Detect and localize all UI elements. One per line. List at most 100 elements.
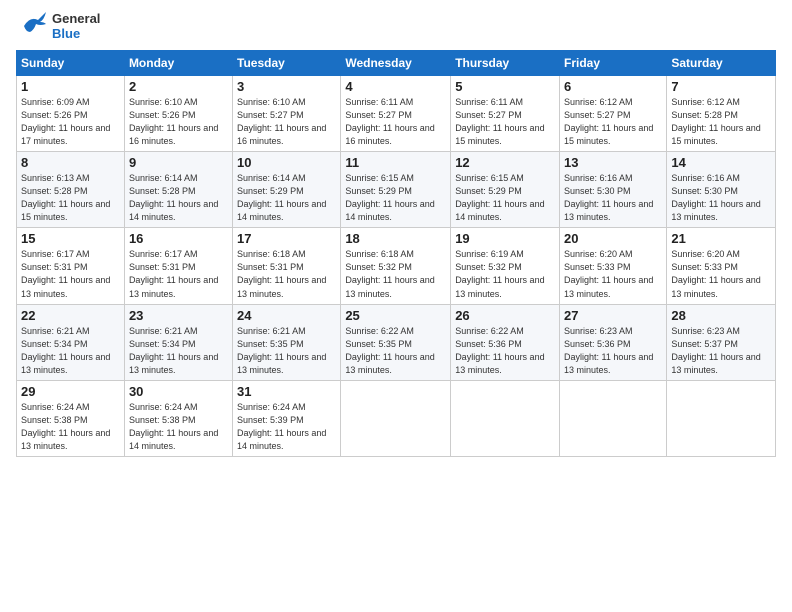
day-number: 29 xyxy=(21,384,120,399)
calendar-cell: 2 Sunrise: 6:10 AMSunset: 5:26 PMDaylight… xyxy=(124,76,232,152)
calendar-cell: 15 Sunrise: 6:17 AMSunset: 5:31 PMDayligh… xyxy=(17,228,125,304)
calendar-cell: 1 Sunrise: 6:09 AMSunset: 5:26 PMDaylight… xyxy=(17,76,125,152)
day-number: 24 xyxy=(237,308,336,323)
calendar-cell: 31 Sunrise: 6:24 AMSunset: 5:39 PMDayligh… xyxy=(233,380,341,456)
logo-general-text: General xyxy=(52,11,100,26)
page: GeneralBlue SundayMondayTuesdayWednesday… xyxy=(0,0,792,467)
day-number: 3 xyxy=(237,79,336,94)
day-number: 2 xyxy=(129,79,228,94)
calendar-cell: 4 Sunrise: 6:11 AMSunset: 5:27 PMDaylight… xyxy=(341,76,451,152)
calendar-header-wednesday: Wednesday xyxy=(341,51,451,76)
calendar-header-friday: Friday xyxy=(560,51,667,76)
day-info: Sunrise: 6:16 AMSunset: 5:30 PMDaylight:… xyxy=(671,172,771,224)
day-info: Sunrise: 6:10 AMSunset: 5:27 PMDaylight:… xyxy=(237,96,336,148)
day-info: Sunrise: 6:23 AMSunset: 5:37 PMDaylight:… xyxy=(671,325,771,377)
day-number: 8 xyxy=(21,155,120,170)
calendar-cell: 26 Sunrise: 6:22 AMSunset: 5:36 PMDayligh… xyxy=(451,304,560,380)
day-info: Sunrise: 6:12 AMSunset: 5:27 PMDaylight:… xyxy=(564,96,662,148)
logo: GeneralBlue xyxy=(16,10,100,42)
calendar-cell: 9 Sunrise: 6:14 AMSunset: 5:28 PMDaylight… xyxy=(124,152,232,228)
day-info: Sunrise: 6:23 AMSunset: 5:36 PMDaylight:… xyxy=(564,325,662,377)
day-number: 28 xyxy=(671,308,771,323)
calendar-cell: 18 Sunrise: 6:18 AMSunset: 5:32 PMDayligh… xyxy=(341,228,451,304)
calendar-cell: 13Sunrise: 6:16 AMSunset: 5:30 PMDayligh… xyxy=(560,152,667,228)
day-info: Sunrise: 6:24 AMSunset: 5:38 PMDaylight:… xyxy=(21,401,120,453)
day-number: 21 xyxy=(671,231,771,246)
calendar-cell: 21 Sunrise: 6:20 AMSunset: 5:33 PMDayligh… xyxy=(667,228,776,304)
calendar-week-1: 1 Sunrise: 6:09 AMSunset: 5:26 PMDaylight… xyxy=(17,76,776,152)
day-number: 31 xyxy=(237,384,336,399)
calendar-cell: 3 Sunrise: 6:10 AMSunset: 5:27 PMDaylight… xyxy=(233,76,341,152)
calendar-week-4: 22 Sunrise: 6:21 AMSunset: 5:34 PMDayligh… xyxy=(17,304,776,380)
calendar-cell: 19 Sunrise: 6:19 AMSunset: 5:32 PMDayligh… xyxy=(451,228,560,304)
day-info: Sunrise: 6:15 AMSunset: 5:29 PMDaylight:… xyxy=(345,172,446,224)
calendar-week-2: 8Sunrise: 6:13 AMSunset: 5:28 PMDaylight… xyxy=(17,152,776,228)
day-number: 10 xyxy=(237,155,336,170)
day-info: Sunrise: 6:20 AMSunset: 5:33 PMDaylight:… xyxy=(671,248,771,300)
day-info: Sunrise: 6:14 AMSunset: 5:28 PMDaylight:… xyxy=(129,172,228,224)
day-info: Sunrise: 6:11 AMSunset: 5:27 PMDaylight:… xyxy=(345,96,446,148)
calendar-week-5: 29 Sunrise: 6:24 AMSunset: 5:38 PMDayligh… xyxy=(17,380,776,456)
day-info: Sunrise: 6:21 AMSunset: 5:34 PMDaylight:… xyxy=(21,325,120,377)
day-info: Sunrise: 6:17 AMSunset: 5:31 PMDaylight:… xyxy=(21,248,120,300)
day-number: 15 xyxy=(21,231,120,246)
day-number: 14 xyxy=(671,155,771,170)
calendar-week-3: 15 Sunrise: 6:17 AMSunset: 5:31 PMDayligh… xyxy=(17,228,776,304)
day-info: Sunrise: 6:10 AMSunset: 5:26 PMDaylight:… xyxy=(129,96,228,148)
day-info: Sunrise: 6:18 AMSunset: 5:31 PMDaylight:… xyxy=(237,248,336,300)
day-info: Sunrise: 6:12 AMSunset: 5:28 PMDaylight:… xyxy=(671,96,771,148)
calendar-cell xyxy=(667,380,776,456)
calendar-header-monday: Monday xyxy=(124,51,232,76)
day-number: 4 xyxy=(345,79,446,94)
day-number: 23 xyxy=(129,308,228,323)
day-number: 17 xyxy=(237,231,336,246)
day-info: Sunrise: 6:14 AMSunset: 5:29 PMDaylight:… xyxy=(237,172,336,224)
calendar-cell: 7 Sunrise: 6:12 AMSunset: 5:28 PMDaylight… xyxy=(667,76,776,152)
day-info: Sunrise: 6:15 AMSunset: 5:29 PMDaylight:… xyxy=(455,172,555,224)
day-number: 12 xyxy=(455,155,555,170)
day-number: 11 xyxy=(345,155,446,170)
header: GeneralBlue xyxy=(16,10,776,42)
day-info: Sunrise: 6:19 AMSunset: 5:32 PMDaylight:… xyxy=(455,248,555,300)
day-number: 18 xyxy=(345,231,446,246)
calendar-cell xyxy=(341,380,451,456)
day-info: Sunrise: 6:21 AMSunset: 5:34 PMDaylight:… xyxy=(129,325,228,377)
day-number: 13 xyxy=(564,155,662,170)
calendar-cell xyxy=(451,380,560,456)
calendar-body: 1 Sunrise: 6:09 AMSunset: 5:26 PMDaylight… xyxy=(17,76,776,457)
calendar-cell: 17 Sunrise: 6:18 AMSunset: 5:31 PMDayligh… xyxy=(233,228,341,304)
day-number: 16 xyxy=(129,231,228,246)
calendar-cell: 14 Sunrise: 6:16 AMSunset: 5:30 PMDayligh… xyxy=(667,152,776,228)
day-info: Sunrise: 6:24 AMSunset: 5:38 PMDaylight:… xyxy=(129,401,228,453)
day-number: 7 xyxy=(671,79,771,94)
calendar: SundayMondayTuesdayWednesdayThursdayFrid… xyxy=(16,50,776,457)
day-number: 25 xyxy=(345,308,446,323)
day-info: Sunrise: 6:20 AMSunset: 5:33 PMDaylight:… xyxy=(564,248,662,300)
calendar-cell: 6 Sunrise: 6:12 AMSunset: 5:27 PMDaylight… xyxy=(560,76,667,152)
day-info: Sunrise: 6:18 AMSunset: 5:32 PMDaylight:… xyxy=(345,248,446,300)
calendar-cell: 28 Sunrise: 6:23 AMSunset: 5:37 PMDayligh… xyxy=(667,304,776,380)
day-number: 20 xyxy=(564,231,662,246)
day-info: Sunrise: 6:17 AMSunset: 5:31 PMDaylight:… xyxy=(129,248,228,300)
calendar-cell: 30Sunrise: 6:24 AMSunset: 5:38 PMDayligh… xyxy=(124,380,232,456)
calendar-cell: 29 Sunrise: 6:24 AMSunset: 5:38 PMDayligh… xyxy=(17,380,125,456)
day-info: Sunrise: 6:22 AMSunset: 5:36 PMDaylight:… xyxy=(455,325,555,377)
day-number: 1 xyxy=(21,79,120,94)
day-number: 5 xyxy=(455,79,555,94)
calendar-header-sunday: Sunday xyxy=(17,51,125,76)
day-number: 26 xyxy=(455,308,555,323)
day-info: Sunrise: 6:24 AMSunset: 5:39 PMDaylight:… xyxy=(237,401,336,453)
calendar-cell: 27Sunrise: 6:23 AMSunset: 5:36 PMDayligh… xyxy=(560,304,667,380)
calendar-cell: 8Sunrise: 6:13 AMSunset: 5:28 PMDaylight… xyxy=(17,152,125,228)
calendar-cell: 11 Sunrise: 6:15 AMSunset: 5:29 PMDayligh… xyxy=(341,152,451,228)
day-number: 22 xyxy=(21,308,120,323)
day-number: 6 xyxy=(564,79,662,94)
calendar-cell: 16 Sunrise: 6:17 AMSunset: 5:31 PMDayligh… xyxy=(124,228,232,304)
day-info: Sunrise: 6:09 AMSunset: 5:26 PMDaylight:… xyxy=(21,96,120,148)
day-info: Sunrise: 6:11 AMSunset: 5:27 PMDaylight:… xyxy=(455,96,555,148)
day-number: 19 xyxy=(455,231,555,246)
calendar-cell: 5 Sunrise: 6:11 AMSunset: 5:27 PMDaylight… xyxy=(451,76,560,152)
calendar-header-saturday: Saturday xyxy=(667,51,776,76)
calendar-cell xyxy=(560,380,667,456)
day-number: 9 xyxy=(129,155,228,170)
